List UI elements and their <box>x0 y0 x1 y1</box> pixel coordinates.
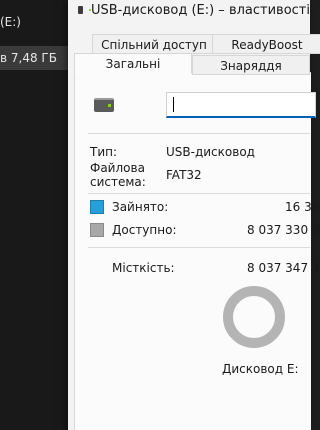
type-label: Тип: <box>90 145 118 159</box>
used-value: 16 38 <box>285 200 320 214</box>
filesystem-label-line1: Файлова <box>90 161 145 175</box>
tab-general[interactable]: Загальні <box>74 53 192 74</box>
separator <box>88 133 310 134</box>
drive-caption: Дисковод E: <box>222 362 299 376</box>
drive-icon <box>78 6 91 14</box>
free-value: 8 037 330 94 <box>247 223 320 237</box>
separator <box>88 193 310 194</box>
explorer-drive-item[interactable]: (E:) <box>0 10 68 34</box>
usb-drive-icon <box>94 98 114 112</box>
explorer-selected-item[interactable]: в 7,48 ГБ <box>0 46 68 70</box>
tab-sharing[interactable]: Спільний доступ <box>92 34 216 54</box>
filesystem-label-line2: система: <box>90 175 146 189</box>
used-space-swatch <box>90 200 104 214</box>
used-label: Зайнято: <box>112 200 169 214</box>
free-space-swatch <box>90 223 104 237</box>
tab-readyboost[interactable]: ReadyBoost <box>212 34 320 54</box>
drive-name-input[interactable] <box>166 92 316 118</box>
type-value: USB-дисковод <box>166 145 255 159</box>
title-bar[interactable]: USB-дисковод (E:) – властивості <box>68 0 310 20</box>
free-label: Доступно: <box>112 223 177 237</box>
tab-panel-general <box>74 72 311 430</box>
filesystem-value: FAT32 <box>166 168 202 182</box>
text-caret <box>173 97 174 112</box>
capacity-donut-chart <box>223 286 285 348</box>
capacity-value: 8 037 347 32 <box>247 261 320 275</box>
capacity-label: Місткість: <box>112 261 175 275</box>
separator <box>88 247 310 248</box>
tab-tools[interactable]: Знаряддя <box>192 55 310 75</box>
window-title: USB-дисковод (E:) – властивості <box>90 2 310 18</box>
